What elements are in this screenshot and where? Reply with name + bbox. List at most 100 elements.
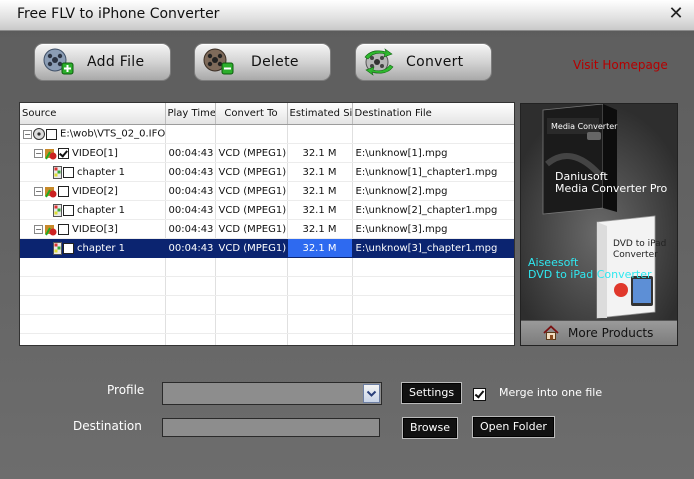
convert-to-cell: VCD (MPEG1) — [215, 219, 288, 239]
delete-label: Delete — [251, 54, 299, 70]
column-header-estimated-size[interactable]: Estimated Size — [287, 103, 353, 125]
column-header-play-time[interactable]: Play Time — [165, 103, 216, 125]
collapse-toggle-icon[interactable]: − — [34, 186, 43, 196]
add-file-icon — [43, 48, 74, 75]
merge-checkbox[interactable] — [473, 388, 486, 401]
add-file-button[interactable]: Add File — [34, 43, 171, 81]
product2-name[interactable]: DVD to iPad Converter — [528, 269, 652, 281]
convert-to-cell: VCD (MPEG1) — [215, 162, 288, 182]
chevron-down-icon[interactable] — [363, 384, 380, 403]
more-products-label: More Products — [568, 326, 654, 340]
browse-button[interactable]: Browse — [402, 417, 459, 439]
source-name: E:\wob\VTS_02_0.IFO — [60, 128, 165, 140]
settings-button[interactable]: Settings — [401, 382, 463, 404]
home-icon — [543, 325, 559, 340]
promo-panel: Media Converter DVD to iPad Converter Da… — [520, 103, 678, 346]
delete-button[interactable]: Delete — [194, 43, 331, 81]
table-row[interactable]: − VIDEO[3] 00:04:43 VCD (MPEG1) 32.1 M E:… — [20, 219, 514, 239]
column-header-destination-file[interactable]: Destination File — [352, 103, 514, 125]
convert-to-cell: VCD (MPEG1) — [215, 181, 288, 201]
source-name: VIDEO[3] — [72, 223, 118, 235]
table-row[interactable]: − VIDEO[2] 00:04:43 VCD (MPEG1) 32.1 M E:… — [20, 181, 514, 201]
column-header-source[interactable]: Source — [20, 103, 166, 125]
checkbox[interactable] — [58, 185, 69, 197]
size-cell: 32.1 M — [287, 219, 353, 239]
close-icon[interactable]: ✕ — [666, 4, 686, 24]
convert-to-cell: VCD (MPEG1) — [215, 143, 288, 163]
table-header-row: Source Play Time Convert To Estimated Si… — [20, 103, 514, 125]
size-cell: 32.1 M — [287, 238, 353, 258]
merge-label: Merge into one file — [499, 386, 603, 399]
table-row[interactable]: chapter 1 00:04:43 VCD (MPEG1) 32.1 M E:… — [20, 200, 514, 220]
checkbox[interactable] — [58, 223, 69, 235]
destination-input[interactable] — [162, 418, 380, 437]
convert-button[interactable]: Convert — [355, 43, 492, 81]
collapse-toggle-icon[interactable]: − — [34, 224, 43, 234]
play-time-cell: 00:04:43 — [165, 238, 216, 258]
empty-row — [20, 295, 514, 315]
convert-icon — [364, 48, 394, 76]
add-file-label: Add File — [87, 54, 145, 70]
size-cell: 32.1 M — [287, 200, 353, 220]
window-title: Free FLV to iPhone Converter — [17, 6, 220, 22]
source-name: chapter 1 — [77, 166, 126, 178]
source-name: VIDEO[1] — [72, 147, 118, 159]
box2-title-line1: DVD to iPad — [613, 239, 666, 249]
visit-homepage-link[interactable]: Visit Homepage — [573, 58, 668, 72]
destination-cell: E:\unknow[1]_chapter1.mpg — [352, 162, 514, 182]
destination-cell: E:\unknow[1].mpg — [352, 143, 514, 163]
video-icon — [45, 224, 57, 235]
column-header-convert-to[interactable]: Convert To — [215, 103, 288, 125]
destination-cell: E:\unknow[2]_chapter1.mpg — [352, 200, 514, 220]
convert-label: Convert — [406, 54, 464, 70]
table-row[interactable]: − VIDEO[1] 00:04:43 VCD (MPEG1) 32.1 M E:… — [20, 143, 514, 163]
checkbox[interactable] — [63, 242, 74, 254]
product-box-art-image: Media Converter DVD to iPad Converter — [521, 104, 677, 320]
chapter-icon — [53, 241, 62, 255]
play-time-cell: 00:04:43 — [165, 162, 216, 182]
empty-row — [20, 333, 514, 345]
app-window: Free FLV to iPhone Converter ✕ Add File … — [0, 0, 694, 479]
size-cell: 32.1 M — [287, 181, 353, 201]
collapse-toggle-icon[interactable]: − — [34, 148, 43, 158]
chapter-icon — [53, 165, 62, 179]
size-cell: 32.1 M — [287, 143, 353, 163]
destination-cell: E:\unknow[3]_chapter1.mpg — [352, 238, 514, 258]
box1-title: Media Converter — [551, 122, 618, 131]
destination-cell: E:\unknow[3].mpg — [352, 219, 514, 239]
play-time-cell: 00:04:43 — [165, 181, 216, 201]
checkbox[interactable] — [46, 128, 57, 140]
empty-row — [20, 314, 514, 334]
source-name: VIDEO[2] — [72, 185, 118, 197]
file-list-table[interactable]: Source Play Time Convert To Estimated Si… — [19, 102, 515, 346]
source-name: chapter 1 — [77, 204, 126, 216]
table-row-root[interactable]: − E:\wob\VTS_02_0.IFO — [20, 124, 514, 144]
play-time-cell: 00:04:43 — [165, 200, 216, 220]
disc-icon — [33, 128, 45, 140]
checkbox[interactable] — [63, 204, 74, 216]
destination-cell: E:\unknow[2].mpg — [352, 181, 514, 201]
play-time-cell: 00:04:43 — [165, 143, 216, 163]
collapse-toggle-icon[interactable]: − — [23, 129, 32, 139]
open-folder-button[interactable]: Open Folder — [472, 416, 555, 438]
video-icon — [45, 186, 57, 197]
source-name: chapter 1 — [77, 242, 126, 254]
convert-to-cell: VCD (MPEG1) — [215, 200, 288, 220]
table-row-selected[interactable]: chapter 1 00:04:43 VCD (MPEG1) 32.1 M E:… — [20, 238, 514, 258]
product1-name[interactable]: Media Converter Pro — [555, 183, 667, 195]
delete-icon — [203, 48, 234, 75]
checkbox[interactable] — [58, 147, 69, 159]
play-time-cell: 00:04:43 — [165, 219, 216, 239]
profile-label: Profile — [107, 383, 145, 397]
size-cell: 32.1 M — [287, 162, 353, 182]
more-products-button[interactable]: More Products — [521, 320, 677, 345]
profile-dropdown[interactable] — [162, 382, 382, 405]
empty-row — [20, 257, 514, 277]
checkbox[interactable] — [63, 166, 74, 178]
chapter-icon — [53, 203, 62, 217]
table-row[interactable]: chapter 1 00:04:43 VCD (MPEG1) 32.1 M E:… — [20, 162, 514, 182]
empty-row — [20, 276, 514, 296]
title-bar: Free FLV to iPhone Converter ✕ — [0, 0, 694, 31]
convert-to-cell: VCD (MPEG1) — [215, 238, 288, 258]
destination-label: Destination — [73, 419, 142, 433]
